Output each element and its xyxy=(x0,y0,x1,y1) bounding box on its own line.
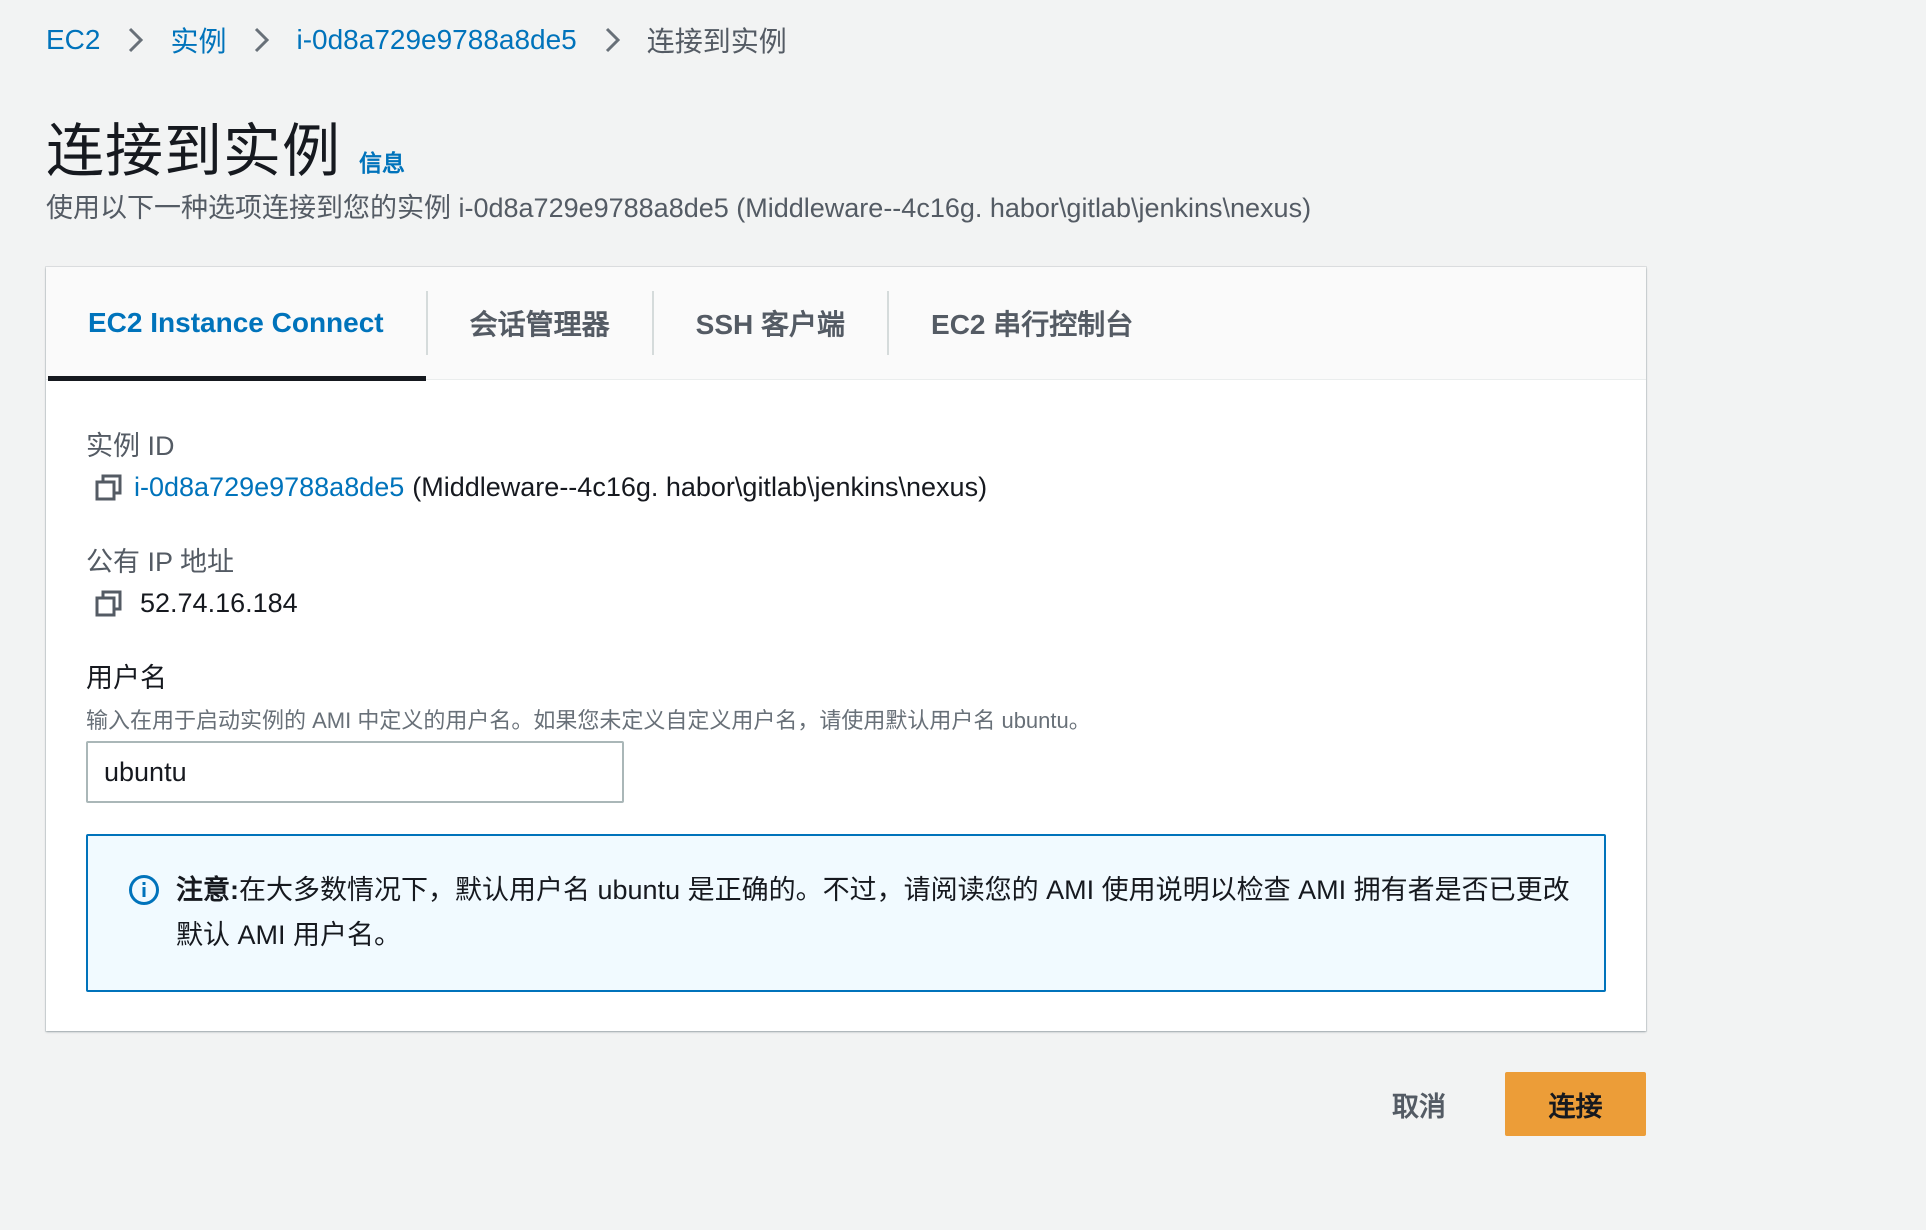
breadcrumb-ec2[interactable]: EC2 xyxy=(46,24,100,56)
info-alert: 注意:在大多数情况下，默认用户名 ubuntu 是正确的。不过，请阅读您的 AM… xyxy=(86,834,1606,992)
public-ip-value: 52.74.16.184 xyxy=(140,588,298,618)
instance-id-link[interactable]: i-0d8a729e9788a8de5 xyxy=(134,472,404,503)
alert-message: 注意:在大多数情况下，默认用户名 ubuntu 是正确的。不过，请阅读您的 AM… xyxy=(176,868,1576,958)
chevron-right-icon xyxy=(252,25,272,55)
page-description: 使用以下一种选项连接到您的实例 i-0d8a729e9788a8de5 (Mid… xyxy=(46,193,1312,223)
public-ip-row: 52.74.16.184 xyxy=(94,588,298,619)
public-ip-label: 公有 IP 地址 xyxy=(86,547,235,577)
tab-ec2-instance-connect[interactable]: EC2 Instance Connect xyxy=(46,267,426,381)
alert-body: 在大多数情况下，默认用户名 ubuntu 是正确的。不过，请阅读您的 AMI 使… xyxy=(176,875,1570,950)
alert-prefix: 注意: xyxy=(176,875,239,905)
tab-list: EC2 Instance Connect 会话管理器 SSH 客户端 EC2 串… xyxy=(46,267,1646,381)
instance-id-label: 实例 ID xyxy=(86,431,175,461)
username-input[interactable] xyxy=(86,741,624,803)
breadcrumb-instances[interactable]: 实例 xyxy=(170,20,226,60)
instance-name: (Middleware--4c16g. habor\gitlab\jenkins… xyxy=(412,472,988,502)
breadcrumb: EC2 实例 i-0d8a729e9788a8de5 连接到实例 xyxy=(46,20,787,60)
breadcrumb-instance-id[interactable]: i-0d8a729e9788a8de5 xyxy=(296,24,576,56)
tab-ssh-client[interactable]: SSH 客户端 xyxy=(654,267,887,379)
chevron-right-icon xyxy=(603,25,623,55)
username-label: 用户名 xyxy=(86,663,167,693)
connect-button[interactable]: 连接 xyxy=(1505,1072,1646,1136)
instance-id-row: i-0d8a729e9788a8de5 (Middleware--4c16g. … xyxy=(94,472,987,503)
page-title: 连接到实例 xyxy=(46,119,342,184)
connect-card: EC2 Instance Connect 会话管理器 SSH 客户端 EC2 串… xyxy=(46,267,1646,1031)
page-header: 连接到实例 信息 xyxy=(46,104,405,188)
tab-serial-console[interactable]: EC2 串行控制台 xyxy=(889,267,1175,379)
chevron-right-icon xyxy=(126,25,146,55)
copy-icon[interactable] xyxy=(94,589,124,619)
username-description: 输入在用于启动实例的 AMI 中定义的用户名。如果您未定义自定义用户名，请使用默… xyxy=(86,708,1091,733)
info-link[interactable]: 信息 xyxy=(359,144,405,178)
tab-session-manager[interactable]: 会话管理器 xyxy=(428,267,652,379)
breadcrumb-current: 连接到实例 xyxy=(646,26,787,57)
info-icon xyxy=(128,874,160,906)
copy-icon[interactable] xyxy=(94,473,124,503)
cancel-button[interactable]: 取消 xyxy=(1370,1072,1468,1136)
